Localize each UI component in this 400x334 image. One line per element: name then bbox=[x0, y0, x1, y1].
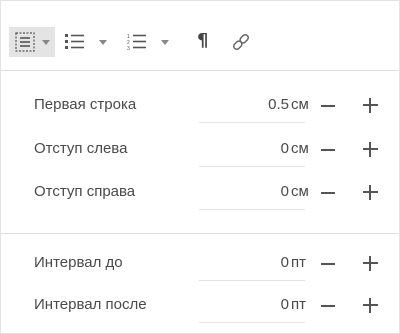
spacing-before-input[interactable]: 0 bbox=[281, 254, 289, 271]
left-indent-row: Отступ слева 0 см bbox=[1, 131, 400, 167]
decrease-right-indent-button[interactable] bbox=[321, 192, 335, 194]
increase-right-indent-button[interactable] bbox=[363, 185, 378, 200]
decrease-spacing-after-button[interactable] bbox=[321, 305, 335, 307]
spacing-after-input[interactable]: 0 bbox=[281, 296, 289, 313]
link-icon bbox=[233, 34, 249, 50]
increase-spacing-after-button[interactable] bbox=[363, 298, 378, 313]
paragraph-indent-icon bbox=[15, 32, 35, 52]
decrease-first-line-button[interactable] bbox=[321, 105, 335, 107]
numbered-list-button[interactable]: 1 2 3 bbox=[125, 27, 171, 57]
spacing-before-label: Интервал до bbox=[34, 254, 123, 271]
right-indent-row: Отступ справа 0 см bbox=[1, 174, 400, 210]
input-underline bbox=[199, 322, 305, 323]
left-indent-unit: см bbox=[291, 140, 309, 157]
spacing-before-unit: пт bbox=[291, 254, 306, 271]
bulleted-list-icon bbox=[65, 34, 84, 49]
spacing-after-label: Интервал после bbox=[34, 296, 147, 313]
increase-left-indent-button[interactable] bbox=[363, 142, 378, 157]
left-indent-input[interactable]: 0 bbox=[281, 140, 289, 157]
first-line-indent-unit: см bbox=[291, 96, 309, 113]
chevron-down-icon[interactable] bbox=[42, 40, 50, 45]
pilcrow-icon: ¶ bbox=[197, 30, 209, 51]
increase-first-line-button[interactable] bbox=[363, 98, 378, 113]
svg-text:3: 3 bbox=[127, 46, 130, 51]
input-underline bbox=[199, 166, 305, 167]
section-divider bbox=[1, 233, 400, 234]
format-toolbar: 1 2 3 ¶ bbox=[1, 1, 400, 71]
first-line-indent-row: Первая строка 0.5 см bbox=[1, 87, 400, 123]
bulleted-list-button[interactable] bbox=[63, 27, 109, 57]
paragraph-indent-button[interactable] bbox=[9, 27, 55, 57]
input-underline bbox=[199, 122, 305, 123]
spacing-after-row: Интервал после 0 пт bbox=[1, 287, 400, 323]
input-underline bbox=[199, 209, 305, 210]
chevron-down-icon[interactable] bbox=[161, 40, 169, 45]
spacing-after-unit: пт bbox=[291, 296, 306, 313]
insert-link-button[interactable] bbox=[223, 27, 259, 57]
spacing-before-row: Интервал до 0 пт bbox=[1, 245, 400, 281]
chevron-down-icon[interactable] bbox=[99, 40, 107, 45]
numbered-list-icon: 1 2 3 bbox=[127, 34, 146, 51]
right-indent-input[interactable]: 0 bbox=[281, 183, 289, 200]
right-indent-unit: см bbox=[291, 183, 309, 200]
first-line-indent-input[interactable]: 0.5 bbox=[268, 96, 289, 113]
decrease-spacing-before-button[interactable] bbox=[321, 263, 335, 265]
show-formatting-button[interactable]: ¶ bbox=[187, 27, 215, 57]
paragraph-settings-panel: 1 2 3 ¶ Первая строка 0.5 см Отступ слев… bbox=[0, 0, 400, 334]
right-indent-label: Отступ справа bbox=[34, 183, 136, 200]
decrease-left-indent-button[interactable] bbox=[321, 149, 335, 151]
left-indent-label: Отступ слева bbox=[34, 140, 128, 157]
first-line-indent-label: Первая строка bbox=[34, 96, 137, 113]
increase-spacing-before-button[interactable] bbox=[363, 256, 378, 271]
input-underline bbox=[199, 280, 305, 281]
